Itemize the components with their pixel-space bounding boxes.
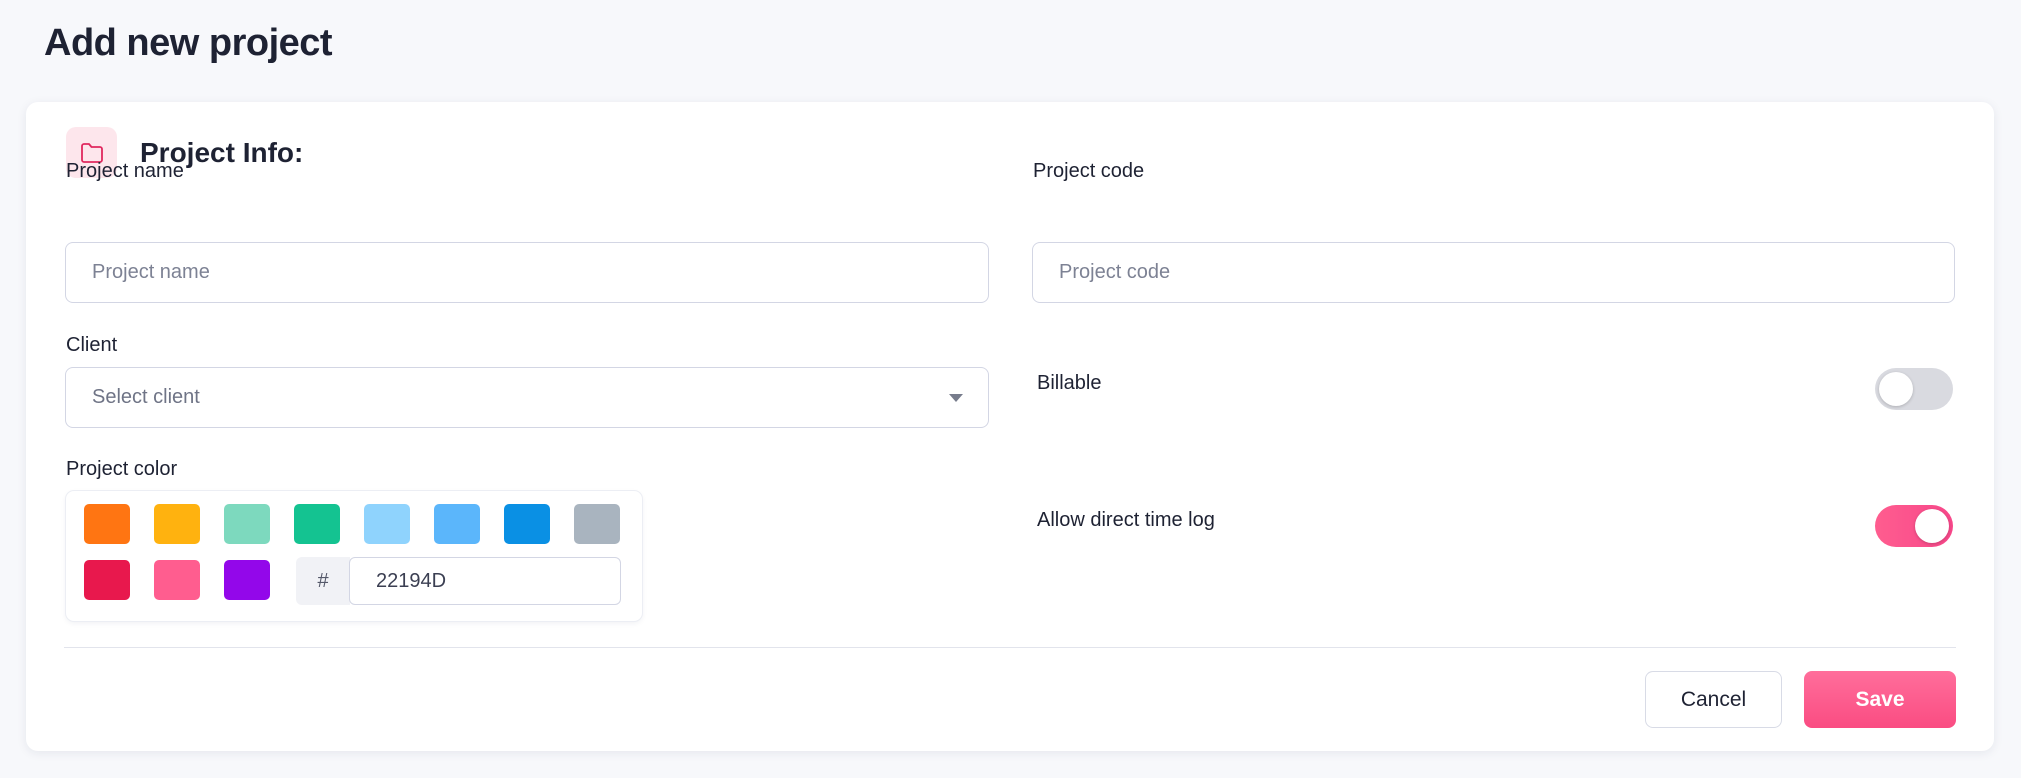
billable-label: Billable [1037, 372, 1102, 394]
project-info-card: Project Info: Project name Project code … [26, 102, 1994, 751]
save-button[interactable]: Save [1804, 671, 1956, 728]
page-title: Add new project [44, 22, 333, 64]
billable-toggle[interactable] [1875, 368, 1953, 410]
color-swatch-gray[interactable] [574, 504, 620, 544]
divider [64, 647, 1956, 648]
client-label: Client [66, 334, 118, 356]
color-swatch-pink[interactable] [154, 560, 200, 600]
project-name-label: Project name [66, 160, 184, 182]
allow-direct-time-log-label: Allow direct time log [1037, 509, 1215, 531]
color-swatch-red[interactable] [84, 560, 130, 600]
color-swatch-purple[interactable] [224, 560, 270, 600]
color-swatch-sky-blue[interactable] [434, 504, 480, 544]
color-swatch-blue[interactable] [504, 504, 550, 544]
cancel-button[interactable]: Cancel [1645, 671, 1782, 728]
allow-direct-time-log-toggle[interactable] [1875, 505, 1953, 547]
client-select-placeholder: Select client [92, 386, 200, 408]
project-color-label: Project color [66, 458, 178, 480]
color-swatch-orange[interactable] [84, 504, 130, 544]
color-swatch-mint[interactable] [224, 504, 270, 544]
toggle-knob [1879, 372, 1913, 406]
project-code-label: Project code [1033, 160, 1145, 182]
chevron-down-icon [949, 394, 963, 402]
color-swatch-amber[interactable] [154, 504, 200, 544]
hex-prefix: # [296, 557, 350, 605]
project-code-input[interactable] [1032, 242, 1955, 303]
color-picker: # [66, 491, 642, 621]
project-name-input[interactable] [65, 242, 989, 303]
client-select[interactable]: Select client [65, 367, 989, 428]
color-swatch-light-blue[interactable] [364, 504, 410, 544]
color-swatch-green[interactable] [294, 504, 340, 544]
toggle-knob [1915, 509, 1949, 543]
hex-color-input[interactable] [349, 557, 621, 605]
